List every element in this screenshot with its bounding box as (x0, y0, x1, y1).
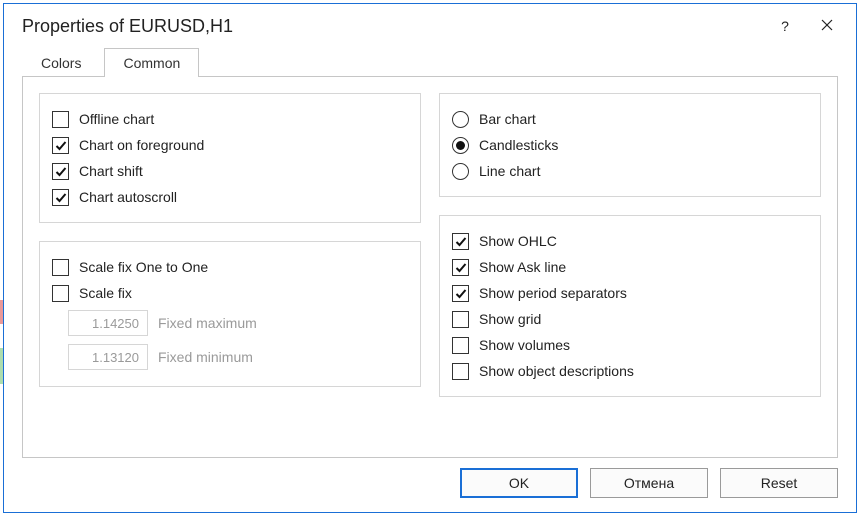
chart-type-group: Bar chart Candlesticks Line chart (439, 93, 821, 197)
close-icon (821, 18, 833, 34)
row-bar-chart: Bar chart (452, 106, 808, 132)
tab-colors[interactable]: Colors (22, 48, 100, 77)
tab-common-label: Common (123, 55, 180, 71)
help-button[interactable]: ? (764, 8, 806, 44)
show-options-group: Show OHLC Show Ask line Show period sepa… (439, 215, 821, 397)
label-show-volumes: Show volumes (479, 337, 570, 353)
row-fixed-minimum: 1.13120 Fixed minimum (52, 340, 408, 374)
tab-panel-common: Offline chart Chart on foreground Chart … (22, 76, 838, 458)
chart-options-group: Offline chart Chart on foreground Chart … (39, 93, 421, 223)
checkbox-offline-chart[interactable] (52, 111, 69, 128)
tabs-container: Colors Common Offline chart Chart on for… (4, 48, 856, 458)
close-button[interactable] (806, 8, 848, 44)
left-column: Offline chart Chart on foreground Chart … (39, 93, 421, 437)
checkbox-show-period-sep[interactable] (452, 285, 469, 302)
row-show-ohlc: Show OHLC (452, 228, 808, 254)
row-show-period-sep: Show period separators (452, 280, 808, 306)
checkbox-show-ask[interactable] (452, 259, 469, 276)
checkbox-show-volumes[interactable] (452, 337, 469, 354)
checkbox-show-grid[interactable] (452, 311, 469, 328)
row-fixed-maximum: 1.14250 Fixed maximum (52, 306, 408, 340)
row-chart-autoscroll: Chart autoscroll (52, 184, 408, 210)
cancel-button-label: Отмена (624, 475, 674, 491)
tab-colors-label: Colors (41, 55, 81, 71)
input-fixed-minimum[interactable]: 1.13120 (68, 344, 148, 370)
radio-line-chart[interactable] (452, 163, 469, 180)
label-fixed-maximum: Fixed maximum (158, 315, 257, 331)
checkbox-scale-fix[interactable] (52, 285, 69, 302)
scale-group: Scale fix One to One Scale fix 1.14250 F… (39, 241, 421, 387)
checkbox-show-obj-desc[interactable] (452, 363, 469, 380)
label-scale-fix: Scale fix (79, 285, 132, 301)
checkbox-chart-autoscroll[interactable] (52, 189, 69, 206)
label-show-period-sep: Show period separators (479, 285, 627, 301)
label-scale-fix-one: Scale fix One to One (79, 259, 208, 275)
label-fixed-minimum: Fixed minimum (158, 349, 253, 365)
input-fixed-maximum[interactable]: 1.14250 (68, 310, 148, 336)
right-column: Bar chart Candlesticks Line chart (439, 93, 821, 437)
label-candlesticks: Candlesticks (479, 137, 558, 153)
row-candlesticks: Candlesticks (452, 132, 808, 158)
label-chart-autoscroll: Chart autoscroll (79, 189, 177, 205)
tab-strip: Colors Common (22, 48, 838, 77)
checkbox-chart-foreground[interactable] (52, 137, 69, 154)
row-show-grid: Show grid (452, 306, 808, 332)
label-bar-chart: Bar chart (479, 111, 536, 127)
help-icon: ? (781, 18, 789, 34)
label-show-ohlc: Show OHLC (479, 233, 557, 249)
row-scale-fix: Scale fix (52, 280, 408, 306)
radio-bar-chart[interactable] (452, 111, 469, 128)
label-chart-shift: Chart shift (79, 163, 143, 179)
ok-button-label: OK (509, 475, 529, 491)
tab-common[interactable]: Common (104, 48, 199, 77)
row-show-volumes: Show volumes (452, 332, 808, 358)
reset-button[interactable]: Reset (720, 468, 838, 498)
row-show-obj-desc: Show object descriptions (452, 358, 808, 384)
label-show-grid: Show grid (479, 311, 541, 327)
label-chart-foreground: Chart on foreground (79, 137, 204, 153)
label-offline-chart: Offline chart (79, 111, 154, 127)
row-scale-fix-one: Scale fix One to One (52, 254, 408, 280)
checkbox-show-ohlc[interactable] (452, 233, 469, 250)
row-chart-foreground: Chart on foreground (52, 132, 408, 158)
cancel-button[interactable]: Отмена (590, 468, 708, 498)
titlebar: Properties of EURUSD,H1 ? (4, 4, 856, 48)
label-show-obj-desc: Show object descriptions (479, 363, 634, 379)
checkbox-scale-fix-one[interactable] (52, 259, 69, 276)
ok-button[interactable]: OK (460, 468, 578, 498)
reset-button-label: Reset (761, 475, 798, 491)
value-fixed-minimum: 1.13120 (92, 350, 139, 365)
row-show-ask: Show Ask line (452, 254, 808, 280)
radio-candlesticks[interactable] (452, 137, 469, 154)
label-line-chart: Line chart (479, 163, 540, 179)
row-chart-shift: Chart shift (52, 158, 408, 184)
dialog-footer: OK Отмена Reset (460, 468, 838, 498)
checkbox-chart-shift[interactable] (52, 163, 69, 180)
dialog-title: Properties of EURUSD,H1 (22, 16, 764, 37)
value-fixed-maximum: 1.14250 (92, 316, 139, 331)
row-line-chart: Line chart (452, 158, 808, 184)
properties-dialog: Properties of EURUSD,H1 ? Colors Common (3, 3, 857, 513)
row-offline-chart: Offline chart (52, 106, 408, 132)
label-show-ask: Show Ask line (479, 259, 566, 275)
